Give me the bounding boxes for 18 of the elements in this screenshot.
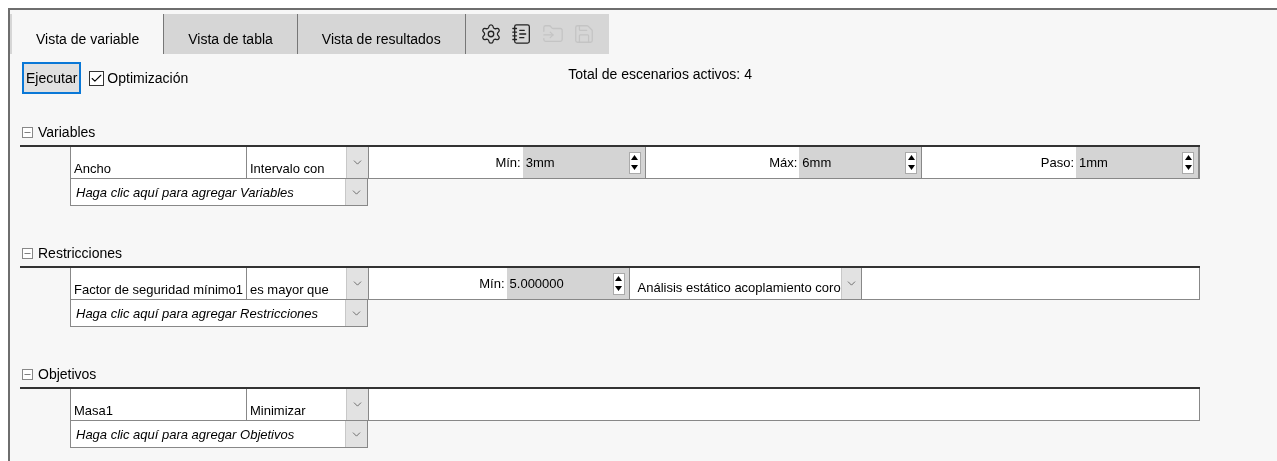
checkbox[interactable]: [89, 71, 105, 86]
tab[interactable]: Vista de variable: [12, 14, 165, 54]
add-row-combo[interactable]: Haga clic aquí para agregar Variables: [70, 179, 368, 206]
section-title: Restricciones: [38, 243, 123, 263]
notebook-icon[interactable]: [510, 23, 533, 45]
add-row-combo[interactable]: Haga clic aquí para agregar Restricciones: [70, 300, 368, 327]
section-title: Objetivos: [38, 364, 97, 384]
section-title: Variables: [38, 122, 96, 142]
run-button[interactable]: Ejecutar: [22, 62, 82, 94]
type-combo[interactable]: Minimizar: [247, 389, 369, 420]
scenario-count: Total de escenarios activos: 4: [568, 65, 752, 84]
add-row-combo[interactable]: Haga clic aquí para agregar Objetivos: [70, 421, 368, 448]
collapse-toggle-icon[interactable]: [22, 247, 33, 259]
collapse-toggle-icon[interactable]: [22, 368, 33, 380]
checkbox-label: Optimización: [107, 69, 189, 88]
settings-icon[interactable]: [479, 23, 502, 45]
collapse-toggle-icon[interactable]: [22, 126, 33, 138]
name-cell: Masa1: [71, 389, 247, 420]
